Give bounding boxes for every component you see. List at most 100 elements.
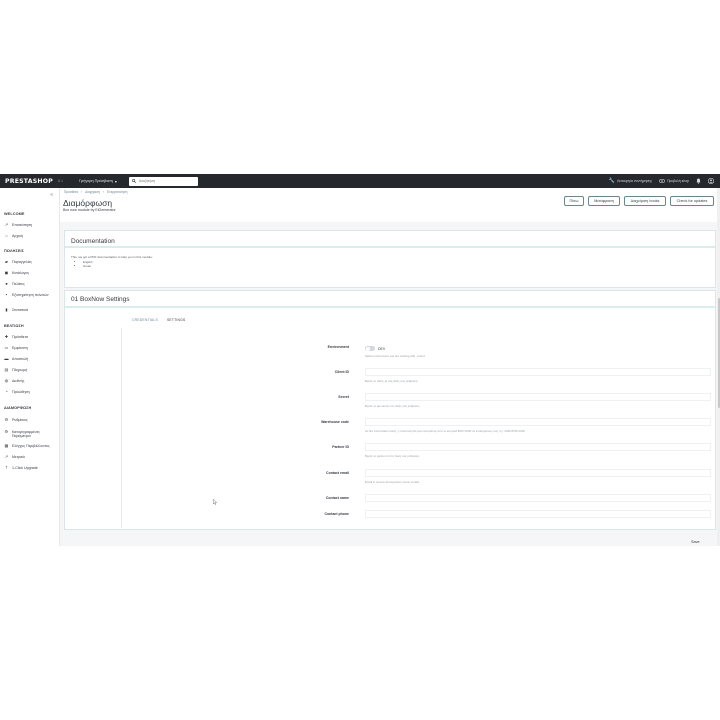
- scrollbar-thumb[interactable]: [717, 298, 720, 408]
- gear-icon: ⚙: [4, 417, 9, 422]
- contact-email-label: Contact email: [326, 471, 349, 475]
- sidebar-item-shipping[interactable]: ▬ Αποστολή: [4, 356, 58, 361]
- client-id-label: Client ID: [334, 370, 349, 374]
- sidebar-item-customers[interactable]: ● Πελάτες: [4, 281, 58, 286]
- tab-credentials[interactable]: CREDENTIALS: [132, 318, 158, 322]
- quick-access-dropdown[interactable]: Γρήγορη Πρόσβαση ▾: [79, 179, 117, 184]
- sidebar-item-label: Παραγγελίες: [12, 260, 32, 264]
- page-subtitle: Box now module by ElGemerator: [63, 208, 116, 212]
- manage-hooks-button[interactable]: Διαχείριση hooks: [624, 196, 666, 206]
- settings-title: 01 BoxNow Settings: [65, 291, 715, 308]
- client-id-input[interactable]: [365, 368, 711, 376]
- sidebar-item-orders[interactable]: ▰ Παραγγελίες: [4, 259, 58, 264]
- breadcrumb-item[interactable]: Ενεργοποίηση: [107, 190, 127, 194]
- page-blank-top: [0, 0, 720, 174]
- documentation-intro: This, we got a PDF documentation to help…: [71, 255, 153, 259]
- top-header: PRESTASHOP 8.1 Γρήγορη Πρόσβαση ▾ 🔧 Λειτ…: [0, 174, 720, 188]
- sidebar-item-advanced[interactable]: ⚙ Καταγεγραμμένες Παράμετροι: [4, 429, 58, 439]
- sidebar-item-stats[interactable]: ▮ Στατιστικά: [4, 307, 58, 312]
- account-icon[interactable]: [708, 178, 714, 184]
- partner-id-input[interactable]: [365, 443, 711, 451]
- sidebar-item-label: Εξυπηρέτηση πελατών: [12, 293, 49, 297]
- sidebar-item-label: Μετρικά: [12, 455, 25, 459]
- chat-icon: ▪: [5, 292, 8, 297]
- sidebar-item-customer-service[interactable]: ▪ Εξυπηρέτηση πελατών: [4, 292, 58, 297]
- sidebar-item-home[interactable]: ⌂ Αρχική: [4, 233, 58, 238]
- breadcrumb-item[interactable]: Διαχείριση: [85, 190, 100, 194]
- maintenance-link[interactable]: 🔧 Λειτουργία συντήρησης: [608, 177, 653, 184]
- secret-input[interactable]: [365, 393, 711, 401]
- settings-icon: ⚙: [4, 429, 9, 434]
- sidebar-item-upgrade[interactable]: ⇡ 1-Click Upgrade: [4, 465, 58, 470]
- sidebar-item-payment[interactable]: ▤ Πληρωμή: [4, 367, 58, 372]
- environment-label: Environment: [327, 345, 349, 349]
- search-icon: [131, 179, 136, 183]
- settings-tabs: CREDENTIALS SETTINGS: [132, 318, 186, 322]
- contact-phone-input[interactable]: [365, 510, 711, 518]
- page-toolbar: Πρόσθετα › Διαχείριση › Ενεργοποίηση Δια…: [60, 188, 720, 222]
- back-button[interactable]: Πίσω: [564, 196, 584, 206]
- sidebar-item-label: Στατιστικά: [12, 308, 28, 312]
- sidebar-item-environment[interactable]: ▦ Ελέγχος Περιβάλλοντος: [4, 443, 58, 448]
- bell-icon[interactable]: [696, 178, 701, 184]
- search-input[interactable]: [138, 179, 194, 183]
- main-content: Πρόσθετα › Διαχείριση › Ενεργοποίηση Δια…: [60, 188, 720, 546]
- sidebar-item-label: Αποστολή: [12, 357, 29, 361]
- prestashop-logo[interactable]: PRESTASHOP: [5, 178, 53, 185]
- documentation-panel: Documentation This, we got a PDF documen…: [64, 230, 716, 288]
- trend-icon: ↗: [4, 454, 9, 459]
- documentation-list: English Greek: [83, 260, 715, 269]
- environment-toggle[interactable]: [365, 346, 375, 351]
- sidebar-item-label: Αρχική: [12, 234, 23, 238]
- environment-value: DEV: [378, 346, 386, 351]
- chart-icon: ▮: [5, 307, 8, 312]
- tab-settings[interactable]: SETTINGS: [167, 318, 186, 322]
- warehouse-code-help: Αν δεν αποστείλετε σκίνη, η αποστολή θα …: [365, 429, 525, 433]
- sidebar-item-label: Ελέγχος Περιβάλλοντος: [12, 444, 50, 448]
- settings-form: Environment DEV Select environment you a…: [121, 328, 711, 528]
- monitor-icon: ▭: [4, 345, 9, 350]
- eye-icon: [659, 179, 666, 183]
- sidebar-item-label: 1-Click Upgrade: [12, 466, 38, 470]
- collapse-sidebar-icon[interactable]: «: [50, 192, 53, 198]
- sidebar-item-label: Καταγεγραμμένες Παράμετροι: [11, 430, 40, 439]
- check-updates-button[interactable]: Check for updates: [670, 196, 714, 206]
- view-shop-label: Προβολή shop: [667, 179, 689, 183]
- sidebar-item-label: Κατάλογος: [12, 271, 30, 275]
- breadcrumb-item[interactable]: Πρόσθετα: [64, 190, 78, 194]
- sidebar-item-label: Προώθηση: [12, 390, 30, 394]
- trend-icon: ↗: [4, 222, 9, 227]
- sidebar-item-label: Εμφάνιση: [12, 346, 28, 350]
- sidebar-item-catalog[interactable]: ◼ Κατάλογος: [4, 270, 58, 275]
- warehouse-code-input[interactable]: [365, 418, 711, 426]
- search-box[interactable]: [128, 176, 198, 186]
- wrench-icon: 🔧: [608, 177, 615, 184]
- sidebar-item-label: Επισκόπηση: [12, 223, 33, 227]
- translate-button[interactable]: Μετάφραση: [588, 196, 620, 206]
- sidebar-item-settings[interactable]: ⚙ Ρυθμίσεις: [4, 417, 58, 422]
- sidebar-item-overview[interactable]: ↗ Επισκόπηση: [4, 222, 58, 227]
- megaphone-icon: ◔: [5, 389, 8, 394]
- save-button[interactable]: Save: [691, 540, 700, 544]
- grid-icon: ▦: [4, 443, 9, 448]
- sidebar-item-international[interactable]: ◍ Διεθνής: [4, 378, 58, 383]
- upload-icon: ⇡: [4, 465, 9, 470]
- partner-id-help: Βρείτε το partner id στις δικές σας ρυθμ…: [365, 454, 420, 458]
- view-shop-link[interactable]: Προβολή shop: [659, 179, 689, 183]
- documentation-title: Documentation: [65, 231, 715, 248]
- sidebar-item-modules[interactable]: ✚ Πρόσθετα: [4, 334, 58, 339]
- sidebar-item-metrics[interactable]: ↗ Μετρικά: [4, 454, 58, 459]
- tag-icon: ◼: [4, 270, 9, 275]
- breadcrumb: Πρόσθετα › Διαχείριση › Ενεργοποίηση: [64, 190, 127, 194]
- version-label: 8.1: [57, 179, 63, 183]
- sidebar-item-marketing[interactable]: ◔ Προώθηση: [4, 389, 58, 394]
- puzzle-icon: ✚: [4, 334, 9, 339]
- contact-name-label: Contact name: [325, 496, 349, 500]
- maintenance-label: Λειτουργία συντήρησης: [616, 179, 653, 183]
- contact-name-input[interactable]: [365, 494, 711, 502]
- sidebar-item-design[interactable]: ▭ Εμφάνιση: [4, 345, 58, 350]
- contact-email-input[interactable]: [365, 469, 711, 477]
- card-icon: ▤: [4, 367, 9, 372]
- contact-phone-label: Contact phone: [324, 512, 350, 516]
- documentation-link-greek[interactable]: Greek: [83, 264, 715, 269]
